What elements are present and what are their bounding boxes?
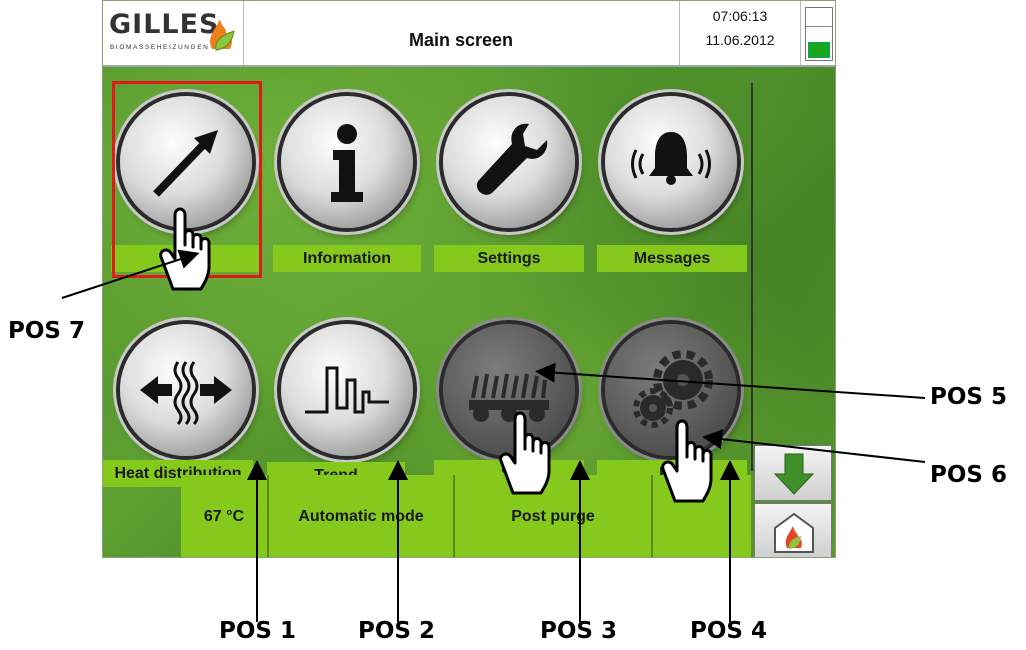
trend-icon: [305, 366, 389, 414]
scroll-down-button[interactable]: [754, 445, 832, 501]
brand-name: GILLES: [109, 9, 220, 40]
trend-button[interactable]: [281, 324, 413, 456]
divider: [751, 83, 753, 471]
heat-distribution-button[interactable]: [120, 324, 252, 456]
annotation-pos1: POS 1: [219, 618, 296, 644]
clock-date: 11.06.2012: [705, 32, 775, 48]
annotation-pos2: POS 2: [358, 618, 435, 644]
clock: 07:06:13 11.06.2012: [679, 1, 801, 65]
temperature-display: 67 °C: [181, 475, 269, 557]
clock-time: 07:06:13: [712, 8, 768, 24]
hmi-panel: GILLES BIOMASSEHEIZUNGEN Main screen 07:…: [102, 0, 836, 558]
brand-subtitle: BIOMASSEHEIZUNGEN: [110, 44, 210, 51]
hand-cursor-icon: [159, 207, 211, 291]
page-title: Main screen: [408, 30, 514, 50]
gilles-logo: GILLES BIOMASSEHEIZUNGEN: [103, 1, 244, 65]
wrench-icon: [476, 123, 548, 195]
information-button[interactable]: [281, 96, 413, 228]
information-label: Information: [273, 245, 421, 272]
heat-distribution-icon: [140, 361, 232, 426]
mode-display: Automatic mode: [269, 475, 455, 557]
status-indicator: [805, 7, 833, 61]
annotation-pos3: POS 3: [540, 618, 617, 644]
annotation-pos6: POS 6: [930, 462, 1007, 488]
info-icon: [331, 124, 363, 202]
hand-cursor-icon: [661, 419, 713, 503]
annotation-pos7: POS 7: [8, 318, 85, 344]
arrow-down-icon: [773, 453, 815, 495]
settings-label: Settings: [434, 245, 584, 272]
top-bar: GILLES BIOMASSEHEIZUNGEN Main screen 07:…: [103, 1, 835, 67]
hand-cursor-icon: [499, 411, 551, 495]
annotation-pos5: POS 5: [930, 384, 1007, 410]
home-flame-icon: [774, 512, 814, 553]
messages-button[interactable]: [605, 96, 737, 228]
settings-button[interactable]: [443, 96, 575, 228]
bell-icon: [631, 132, 711, 185]
annotation-pos4: POS 4: [690, 618, 767, 644]
flame-leaf-icon: [210, 19, 235, 51]
home-button[interactable]: [754, 503, 832, 557]
messages-label: Messages: [597, 245, 747, 272]
